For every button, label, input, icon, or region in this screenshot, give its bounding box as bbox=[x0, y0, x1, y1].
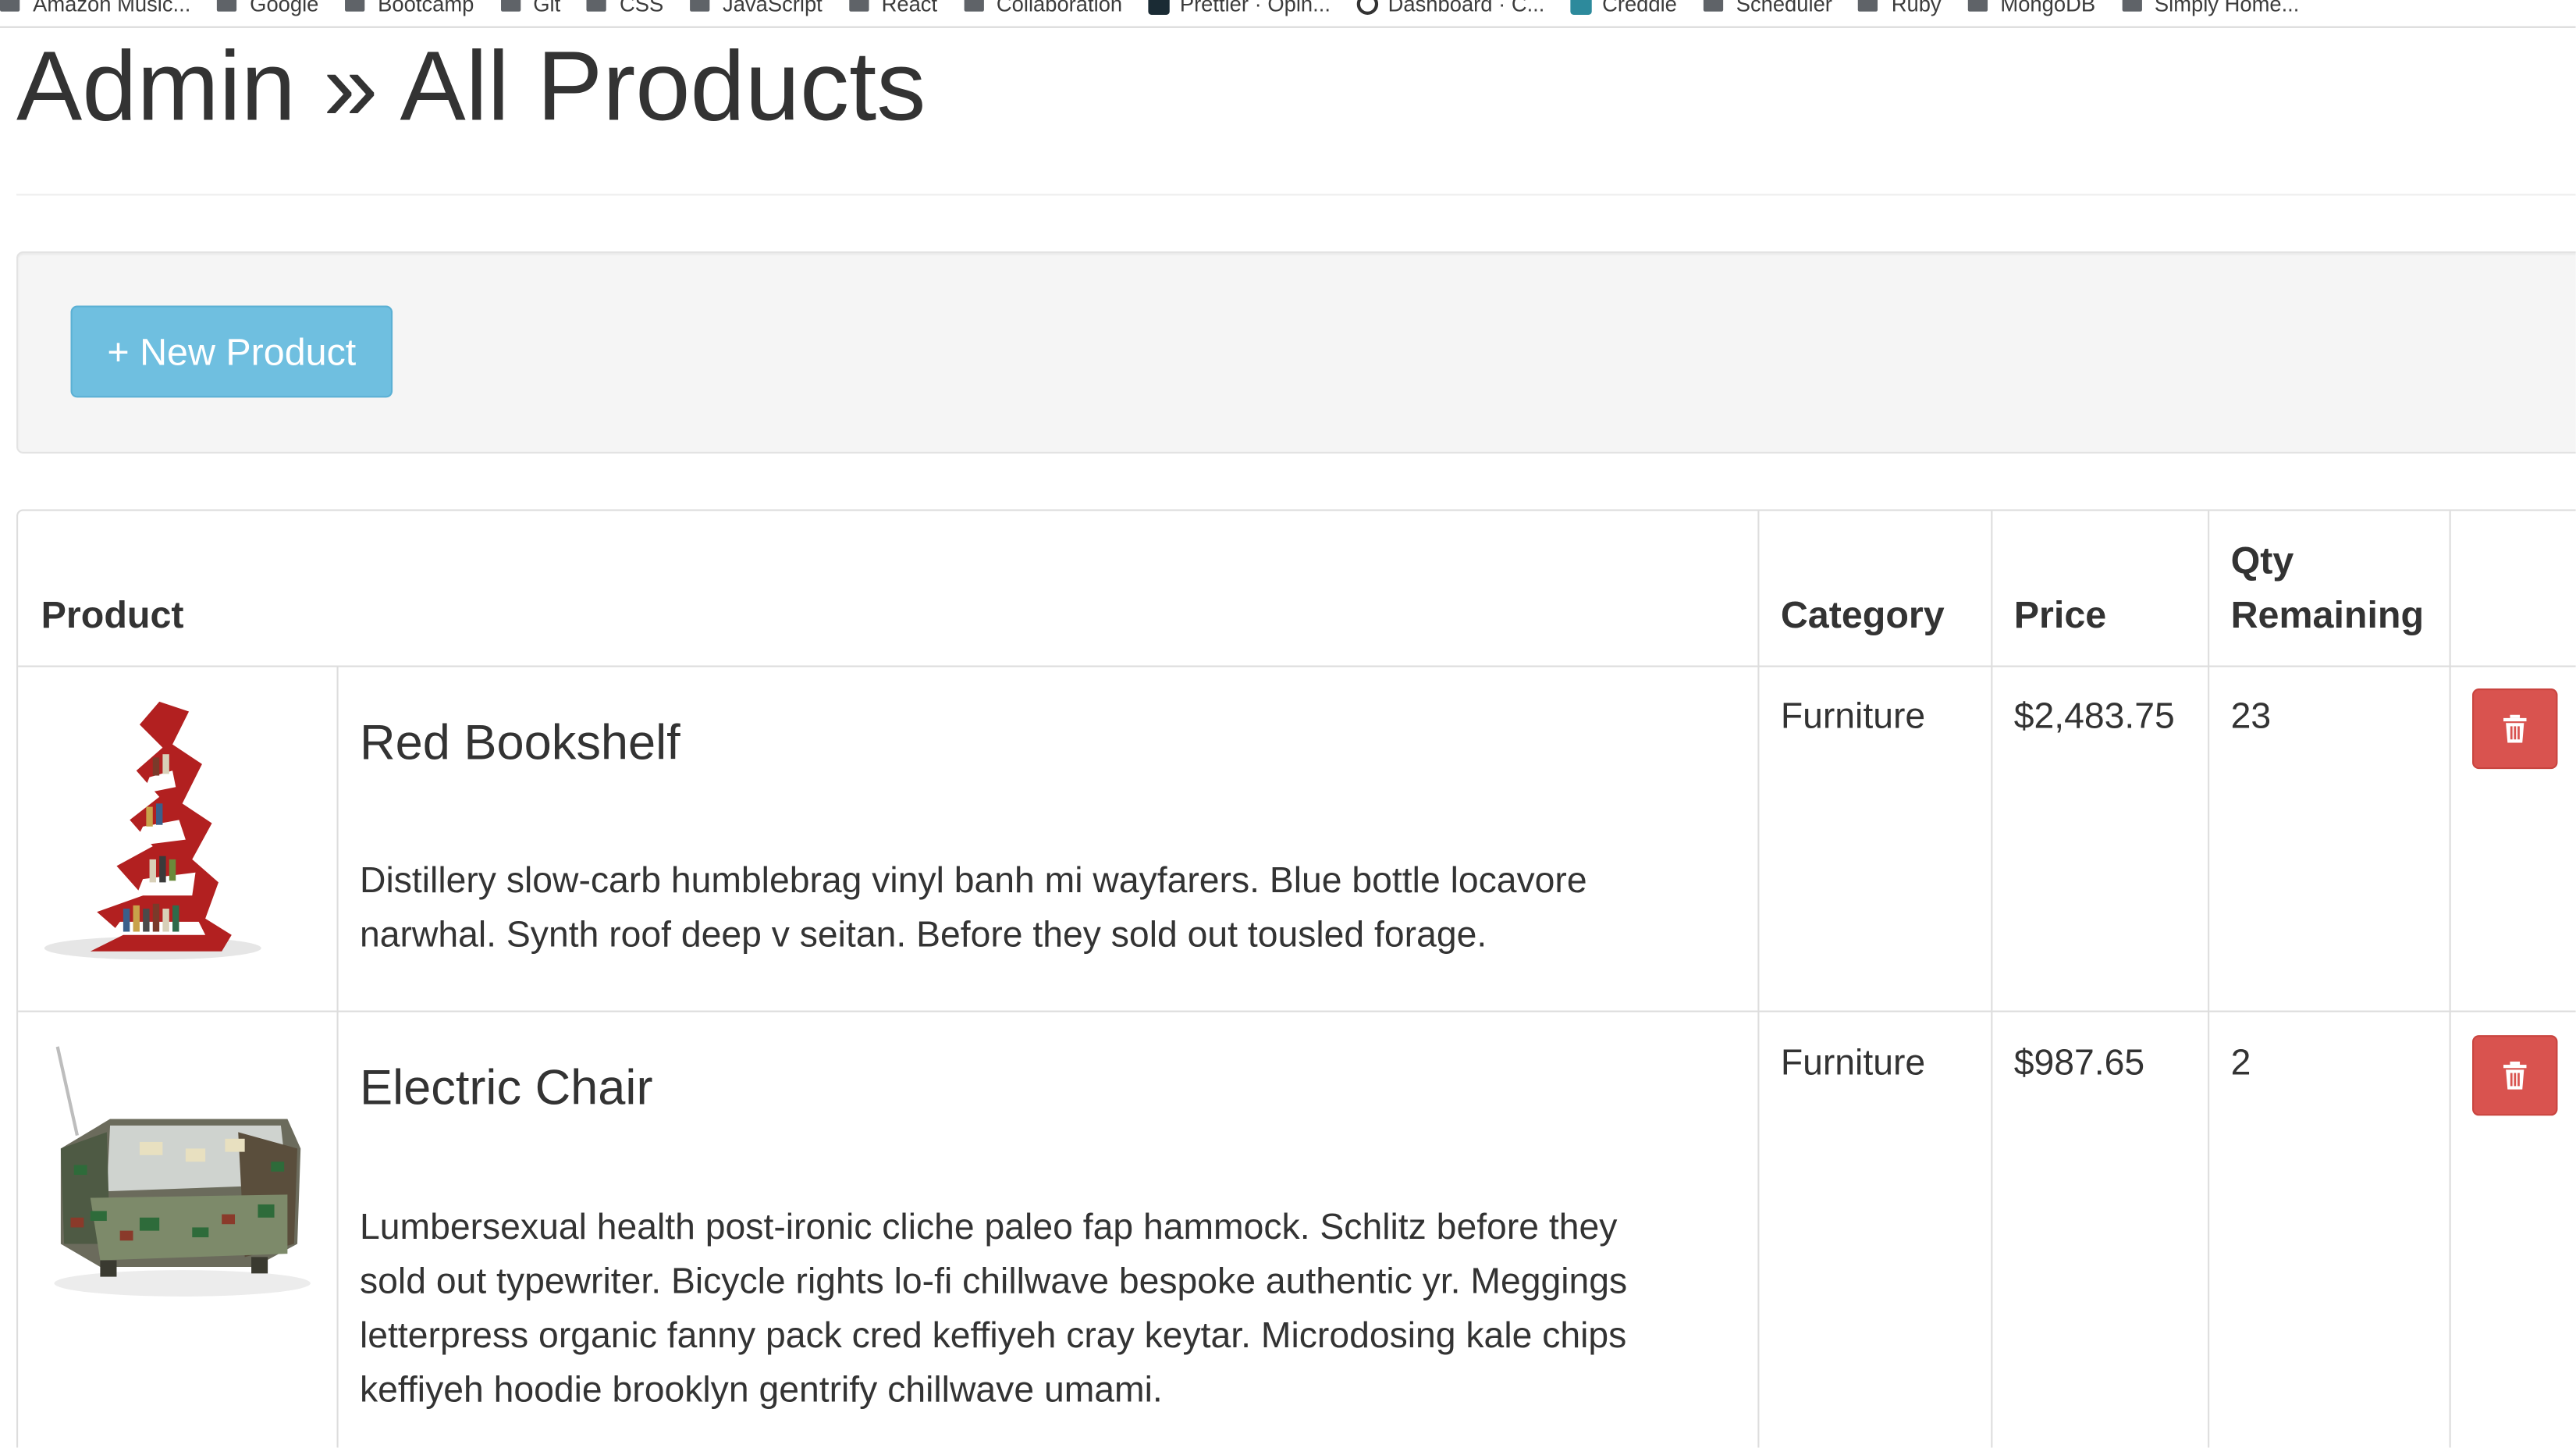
product-category: Furniture bbox=[1780, 695, 1926, 737]
page-title: Admin » All Products bbox=[16, 30, 926, 142]
image-column-divider bbox=[336, 665, 339, 1448]
product-name: Electric Chair bbox=[359, 1061, 653, 1116]
browser-page: Amazon Music... Google Bootcamp Git CSS … bbox=[0, 0, 2576, 1448]
column-header-qty: Qty bbox=[2230, 539, 2294, 582]
column-header-category: Category bbox=[1780, 592, 1945, 636]
trash-icon bbox=[2503, 1060, 2527, 1089]
product-qty: 2 bbox=[2230, 1041, 2251, 1083]
row-divider bbox=[18, 1010, 2576, 1012]
product-description-line: Lumbersexual health post-ironic cliche p… bbox=[359, 1206, 1618, 1247]
product-description-line: narwhal. Synth roof deep v seitan. Befor… bbox=[359, 913, 1487, 955]
column-header-product: Product bbox=[41, 592, 184, 636]
products-table: Product Category Price Qty Remaining Red… bbox=[16, 509, 2576, 1448]
toolbar-well: + New Product bbox=[16, 251, 2576, 454]
product-description-line: letterpress organic fanny pack cred keff… bbox=[359, 1315, 1627, 1356]
delete-product-button[interactable] bbox=[2472, 1035, 2558, 1116]
product-description-line: keffiyeh hoodie brooklyn gentrify chillw… bbox=[359, 1368, 1163, 1411]
delete-product-button[interactable] bbox=[2472, 688, 2558, 770]
electric-chair-image bbox=[41, 1034, 314, 1306]
page-header: Admin » All Products bbox=[16, 0, 2576, 196]
new-product-button[interactable]: + New Product bbox=[70, 305, 393, 398]
product-qty: 23 bbox=[2230, 695, 2272, 737]
column-divider bbox=[1991, 511, 1993, 1448]
header-divider bbox=[18, 665, 2576, 667]
column-header-remaining: Remaining bbox=[2230, 592, 2425, 636]
product-description-line: Distillery slow-carb humblebrag vinyl ba… bbox=[359, 859, 1587, 901]
product-price: $2,483.75 bbox=[2013, 695, 2175, 737]
column-divider bbox=[1757, 511, 1760, 1448]
trash-icon bbox=[2503, 713, 2527, 742]
red-bookshelf-image bbox=[41, 688, 268, 965]
product-name: Red Bookshelf bbox=[359, 716, 680, 771]
column-header-price: Price bbox=[2013, 592, 2107, 636]
product-price: $987.65 bbox=[2013, 1041, 2145, 1083]
column-divider bbox=[2208, 511, 2210, 1448]
column-divider bbox=[2449, 511, 2451, 1448]
product-description-line: sold out typewriter. Bicycle rights lo-f… bbox=[359, 1260, 1628, 1302]
product-category: Furniture bbox=[1780, 1041, 1926, 1083]
